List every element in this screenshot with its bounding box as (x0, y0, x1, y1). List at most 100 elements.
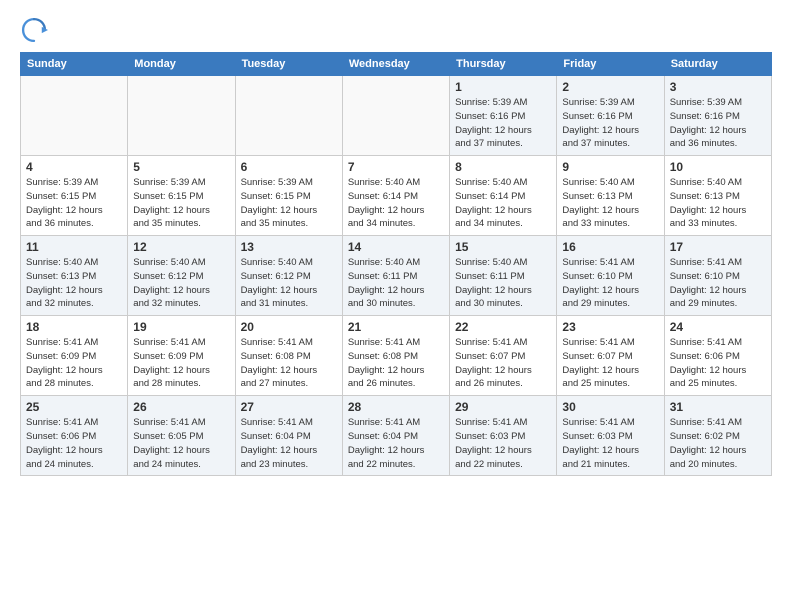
day-number: 14 (348, 240, 444, 254)
day-number: 6 (241, 160, 337, 174)
day-number: 30 (562, 400, 658, 414)
day-number: 15 (455, 240, 551, 254)
calendar-day-cell: 7Sunrise: 5:40 AM Sunset: 6:14 PM Daylig… (342, 156, 449, 236)
calendar-day-header: Friday (557, 53, 664, 76)
calendar-day-cell: 9Sunrise: 5:40 AM Sunset: 6:13 PM Daylig… (557, 156, 664, 236)
day-info: Sunrise: 5:41 AM Sunset: 6:10 PM Dayligh… (670, 256, 766, 311)
day-info: Sunrise: 5:40 AM Sunset: 6:11 PM Dayligh… (348, 256, 444, 311)
day-info: Sunrise: 5:41 AM Sunset: 6:05 PM Dayligh… (133, 416, 229, 471)
day-number: 16 (562, 240, 658, 254)
day-number: 12 (133, 240, 229, 254)
calendar-day-cell: 30 Sunrise: 5:41 AM Sunset: 6:03 PM Dayli… (557, 396, 664, 476)
day-number: 2 (562, 80, 658, 94)
calendar-day-cell (342, 76, 449, 156)
day-number: 7 (348, 160, 444, 174)
header (20, 16, 772, 44)
day-info: Sunrise: 5:41 AM Sunset: 6:08 PM Dayligh… (241, 336, 337, 391)
day-info: Sunrise: 5:39 AM Sunset: 6:15 PM Dayligh… (241, 176, 337, 231)
calendar-day-cell: 8 Sunrise: 5:40 AM Sunset: 6:14 PM Daylig… (450, 156, 557, 236)
day-number: 19 (133, 320, 229, 334)
day-number: 8 (455, 160, 551, 174)
calendar-day-cell: 5 Sunrise: 5:39 AM Sunset: 6:15 PM Daylig… (128, 156, 235, 236)
calendar-day-cell: 28 Sunrise: 5:41 AM Sunset: 6:04 PM Dayli… (342, 396, 449, 476)
day-number: 22 (455, 320, 551, 334)
calendar-day-cell: 21 Sunrise: 5:41 AM Sunset: 6:08 PM Dayli… (342, 316, 449, 396)
day-number: 23 (562, 320, 658, 334)
day-info: Sunrise: 5:40 AM Sunset: 6:13 PM Dayligh… (26, 256, 122, 311)
calendar-day-cell: 2 Sunrise: 5:39 AM Sunset: 6:16 PM Daylig… (557, 76, 664, 156)
calendar-day-cell: 12 Sunrise: 5:40 AM Sunset: 6:12 PM Dayli… (128, 236, 235, 316)
day-number: 18 (26, 320, 122, 334)
day-info: Sunrise: 5:40 AM Sunset: 6:13 PM Dayligh… (670, 176, 766, 231)
day-number: 1 (455, 80, 551, 94)
calendar-day-cell: 19 Sunrise: 5:41 AM Sunset: 6:09 PM Dayli… (128, 316, 235, 396)
calendar-day-cell: 11 Sunrise: 5:40 AM Sunset: 6:13 PM Dayli… (21, 236, 128, 316)
calendar-day-cell: 27 Sunrise: 5:41 AM Sunset: 6:04 PM Dayli… (235, 396, 342, 476)
calendar-day-cell: 20Sunrise: 5:41 AM Sunset: 6:08 PM Dayli… (235, 316, 342, 396)
day-number: 27 (241, 400, 337, 414)
day-number: 28 (348, 400, 444, 414)
calendar-day-cell: 18 Sunrise: 5:41 AM Sunset: 6:09 PM Dayli… (21, 316, 128, 396)
calendar-week-row: 25Sunrise: 5:41 AM Sunset: 6:06 PM Dayli… (21, 396, 772, 476)
calendar-day-cell: 10 Sunrise: 5:40 AM Sunset: 6:13 PM Dayli… (664, 156, 771, 236)
day-info: Sunrise: 5:41 AM Sunset: 6:04 PM Dayligh… (241, 416, 337, 471)
calendar-day-cell: 31 Sunrise: 5:41 AM Sunset: 6:02 PM Dayli… (664, 396, 771, 476)
day-info: Sunrise: 5:41 AM Sunset: 6:07 PM Dayligh… (455, 336, 551, 391)
day-info: Sunrise: 5:39 AM Sunset: 6:15 PM Dayligh… (26, 176, 122, 231)
day-number: 5 (133, 160, 229, 174)
calendar-day-header: Thursday (450, 53, 557, 76)
day-info: Sunrise: 5:41 AM Sunset: 6:06 PM Dayligh… (670, 336, 766, 391)
calendar-day-cell: 29 Sunrise: 5:41 AM Sunset: 6:03 PM Dayli… (450, 396, 557, 476)
day-info: Sunrise: 5:39 AM Sunset: 6:16 PM Dayligh… (562, 96, 658, 151)
calendar-week-row: 4Sunrise: 5:39 AM Sunset: 6:15 PM Daylig… (21, 156, 772, 236)
day-number: 13 (241, 240, 337, 254)
calendar-day-cell: 14 Sunrise: 5:40 AM Sunset: 6:11 PM Dayli… (342, 236, 449, 316)
calendar-day-cell: 17Sunrise: 5:41 AM Sunset: 6:10 PM Dayli… (664, 236, 771, 316)
day-info: Sunrise: 5:41 AM Sunset: 6:08 PM Dayligh… (348, 336, 444, 391)
day-info: Sunrise: 5:41 AM Sunset: 6:03 PM Dayligh… (562, 416, 658, 471)
calendar-day-cell: 22 Sunrise: 5:41 AM Sunset: 6:07 PM Dayli… (450, 316, 557, 396)
page: SundayMondayTuesdayWednesdayThursdayFrid… (0, 0, 792, 486)
day-info: Sunrise: 5:41 AM Sunset: 6:02 PM Dayligh… (670, 416, 766, 471)
day-info: Sunrise: 5:41 AM Sunset: 6:03 PM Dayligh… (455, 416, 551, 471)
calendar-table: SundayMondayTuesdayWednesdayThursdayFrid… (20, 52, 772, 476)
day-number: 21 (348, 320, 444, 334)
calendar-day-header: Wednesday (342, 53, 449, 76)
calendar-header-row: SundayMondayTuesdayWednesdayThursdayFrid… (21, 53, 772, 76)
calendar-day-header: Monday (128, 53, 235, 76)
calendar-day-cell: 25Sunrise: 5:41 AM Sunset: 6:06 PM Dayli… (21, 396, 128, 476)
day-info: Sunrise: 5:39 AM Sunset: 6:16 PM Dayligh… (455, 96, 551, 151)
day-info: Sunrise: 5:41 AM Sunset: 6:10 PM Dayligh… (562, 256, 658, 311)
day-info: Sunrise: 5:40 AM Sunset: 6:12 PM Dayligh… (133, 256, 229, 311)
day-info: Sunrise: 5:41 AM Sunset: 6:09 PM Dayligh… (26, 336, 122, 391)
day-info: Sunrise: 5:39 AM Sunset: 6:15 PM Dayligh… (133, 176, 229, 231)
day-number: 24 (670, 320, 766, 334)
day-number: 31 (670, 400, 766, 414)
day-info: Sunrise: 5:41 AM Sunset: 6:09 PM Dayligh… (133, 336, 229, 391)
calendar-day-header: Tuesday (235, 53, 342, 76)
day-number: 9 (562, 160, 658, 174)
calendar-week-row: 11 Sunrise: 5:40 AM Sunset: 6:13 PM Dayli… (21, 236, 772, 316)
day-number: 29 (455, 400, 551, 414)
logo (20, 16, 52, 44)
day-info: Sunrise: 5:41 AM Sunset: 6:07 PM Dayligh… (562, 336, 658, 391)
calendar-week-row: 1 Sunrise: 5:39 AM Sunset: 6:16 PM Daylig… (21, 76, 772, 156)
calendar-day-cell: 16 Sunrise: 5:41 AM Sunset: 6:10 PM Dayli… (557, 236, 664, 316)
calendar-week-row: 18 Sunrise: 5:41 AM Sunset: 6:09 PM Dayli… (21, 316, 772, 396)
day-number: 3 (670, 80, 766, 94)
calendar-day-cell: 24 Sunrise: 5:41 AM Sunset: 6:06 PM Dayli… (664, 316, 771, 396)
calendar-day-cell: 3Sunrise: 5:39 AM Sunset: 6:16 PM Daylig… (664, 76, 771, 156)
day-number: 25 (26, 400, 122, 414)
calendar-day-header: Saturday (664, 53, 771, 76)
calendar-day-cell: 6 Sunrise: 5:39 AM Sunset: 6:15 PM Daylig… (235, 156, 342, 236)
logo-icon (20, 16, 48, 44)
day-info: Sunrise: 5:40 AM Sunset: 6:14 PM Dayligh… (455, 176, 551, 231)
day-number: 11 (26, 240, 122, 254)
day-info: Sunrise: 5:40 AM Sunset: 6:11 PM Dayligh… (455, 256, 551, 311)
calendar-day-header: Sunday (21, 53, 128, 76)
calendar-day-cell (21, 76, 128, 156)
day-info: Sunrise: 5:41 AM Sunset: 6:04 PM Dayligh… (348, 416, 444, 471)
day-number: 10 (670, 160, 766, 174)
calendar-day-cell: 15 Sunrise: 5:40 AM Sunset: 6:11 PM Dayli… (450, 236, 557, 316)
calendar-day-cell (128, 76, 235, 156)
